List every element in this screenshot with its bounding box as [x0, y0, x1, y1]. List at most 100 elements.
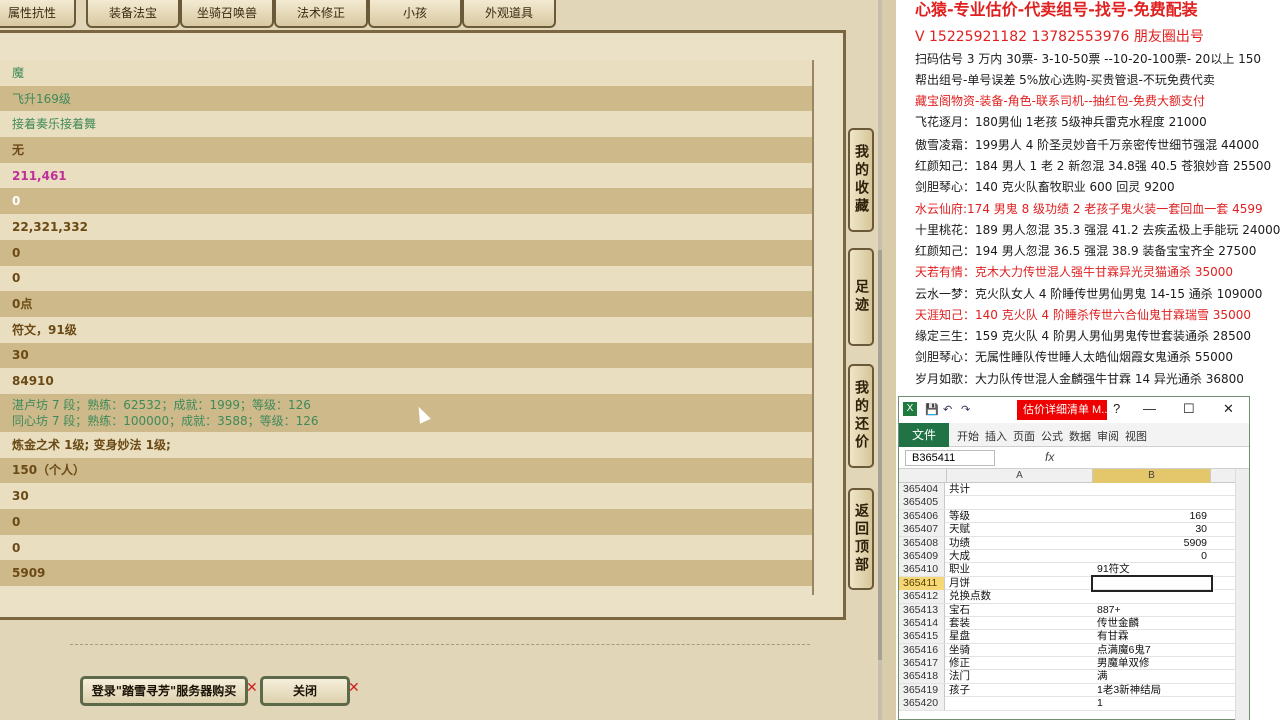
row-number[interactable]: 365405: [899, 496, 945, 510]
footprints-button[interactable]: 足迹: [848, 248, 874, 346]
tab-view[interactable]: 视图: [1125, 428, 1147, 444]
row-number[interactable]: 365407: [899, 523, 945, 537]
row-number[interactable]: 365415: [899, 630, 945, 644]
back-to-top-button[interactable]: 返回顶部: [848, 488, 874, 590]
close-button[interactable]: 关闭: [260, 676, 350, 706]
table-row: 365404 共计: [899, 483, 1249, 497]
cell-b[interactable]: 点满魔6鬼7: [1093, 644, 1211, 657]
save-icon[interactable]: 💾: [925, 403, 939, 416]
tab-appearance[interactable]: 外观道具: [462, 0, 556, 28]
cell-a[interactable]: 法门: [949, 670, 1091, 683]
tab-spell-correction[interactable]: 法术修正: [274, 0, 368, 28]
scrollbar[interactable]: [878, 0, 882, 720]
cell-b[interactable]: 传世金麟: [1093, 617, 1211, 630]
my-favorites-button[interactable]: 我的收藏: [848, 128, 874, 232]
doc-line: 十里桃花：189 男人忽混 35.3 强混 41.2 去疾孟极上手能玩 2400…: [915, 223, 1280, 237]
cell-a[interactable]: 宝石: [949, 604, 1091, 617]
close-mark-icon: ✕: [246, 680, 258, 696]
cell-a[interactable]: 大成: [949, 550, 1091, 563]
tab-child[interactable]: 小孩: [368, 0, 462, 28]
cell-b[interactable]: 91符文: [1093, 563, 1211, 576]
cell-a[interactable]: 功绩: [949, 537, 1091, 550]
cell-a[interactable]: 共计: [949, 483, 1091, 496]
cell-a[interactable]: 职业: [949, 563, 1091, 576]
list-item: 0: [0, 265, 812, 292]
cell-b[interactable]: 887+: [1093, 604, 1211, 617]
cell-b[interactable]: 1: [1093, 697, 1211, 710]
tab-equipment[interactable]: 装备法宝: [86, 0, 180, 28]
redo-icon[interactable]: ↷: [961, 403, 970, 416]
table-row: 365417 修正 男魔单双修: [899, 657, 1249, 671]
my-offer-button[interactable]: 我的还价: [848, 364, 874, 468]
list-item: 0: [0, 509, 812, 535]
help-icon[interactable]: ?: [1113, 401, 1120, 416]
cell-a[interactable]: 孩子: [949, 684, 1091, 697]
row-number[interactable]: 365410: [899, 563, 945, 577]
row-number[interactable]: 365419: [899, 683, 945, 697]
cell-a[interactable]: 等级: [949, 510, 1091, 523]
row-number[interactable]: 365404: [899, 483, 945, 496]
login-purchase-button[interactable]: 登录"踏雪寻芳"服务器购买: [80, 676, 248, 706]
cell-b[interactable]: 5909: [1093, 537, 1211, 550]
minimize-button[interactable]: —: [1143, 401, 1156, 416]
excel-vertical-scrollbar[interactable]: [1235, 469, 1249, 720]
attribute-list: 魔 飞升169级 接着奏乐接着舞 无 211,461 0 22,321,332 …: [0, 60, 814, 595]
row-number[interactable]: 365411: [899, 576, 945, 590]
list-item: 84910: [0, 368, 812, 394]
cell-a[interactable]: 修正: [949, 657, 1091, 670]
tab-formula[interactable]: 公式: [1041, 428, 1063, 444]
cell-b[interactable]: 男魔单双修: [1093, 657, 1211, 670]
doc-line: 帮出组号-单号误差 5%放心选购-买贵管退-不玩免费代卖: [915, 73, 1215, 87]
cell-b[interactable]: 169: [1093, 510, 1211, 523]
tab-attributes[interactable]: 属性抗性: [0, 0, 76, 28]
tab-page[interactable]: 页面: [1013, 428, 1035, 444]
cell-a[interactable]: 兑换点数: [949, 590, 1091, 603]
list-item: 0: [0, 188, 812, 215]
cell-b[interactable]: 0: [1093, 550, 1211, 563]
row-number[interactable]: 365418: [899, 670, 945, 684]
row-number[interactable]: 365413: [899, 603, 945, 617]
tab-review[interactable]: 审阅: [1097, 428, 1119, 444]
cell-a[interactable]: 套装: [949, 617, 1091, 630]
row-number[interactable]: 365406: [899, 509, 945, 523]
list-item: 魔: [0, 60, 812, 86]
fx-icon[interactable]: fx: [1045, 450, 1054, 464]
doc-line: 天涯知己：140 克火队 4 阶睡杀传世六合仙鬼甘霖瑞雪 35000: [915, 308, 1251, 322]
scroll-thumb[interactable]: [878, 250, 882, 660]
tab-home[interactable]: 开始: [957, 428, 979, 444]
doc-line: 天若有情：克木大力传世混人强牛甘霖异光灵猫通杀 35000: [915, 265, 1233, 279]
tab-insert[interactable]: 插入: [985, 428, 1007, 444]
row-number[interactable]: 365412: [899, 590, 945, 604]
cell-b[interactable]: 有甘霖: [1093, 630, 1211, 643]
row-number[interactable]: 365409: [899, 549, 945, 563]
row-number[interactable]: 365417: [899, 657, 945, 671]
doc-line: 剑胆琴心：140 克火队畜牧职业 600 回灵 9200: [915, 180, 1175, 194]
table-row: 365413 宝石 887+: [899, 603, 1249, 617]
doc-line: 红颜知己：184 男人 1 老 2 新忽混 34.8强 40.5 苍狼妙音 25…: [915, 159, 1272, 173]
tab-mounts-pets[interactable]: 坐骑召唤兽: [180, 0, 274, 28]
close-window-button[interactable]: ✕: [1223, 401, 1234, 417]
tab-data[interactable]: 数据: [1069, 428, 1091, 444]
tab-file[interactable]: 文件: [899, 423, 949, 447]
list-item: 30: [0, 342, 812, 369]
column-a-header[interactable]: A: [947, 469, 1093, 483]
list-item: 接着奏乐接着舞: [0, 111, 812, 138]
maximize-button[interactable]: ☐: [1183, 401, 1195, 417]
cell-a[interactable]: 月饼: [949, 577, 1091, 590]
cell-a[interactable]: 坐骑: [949, 644, 1091, 657]
row-number[interactable]: 365414: [899, 616, 945, 630]
row-number[interactable]: 365408: [899, 536, 945, 550]
cell-a[interactable]: 星盘: [949, 630, 1091, 643]
cell-b[interactable]: 满: [1093, 670, 1211, 683]
column-b-header[interactable]: B: [1093, 469, 1211, 483]
undo-icon[interactable]: ↶: [943, 403, 952, 416]
cell-a[interactable]: 天赋: [949, 523, 1091, 536]
name-box[interactable]: B365411: [905, 450, 995, 466]
cell-b[interactable]: 1老3新神结局: [1093, 684, 1211, 697]
row-number[interactable]: 365416: [899, 643, 945, 657]
row-number[interactable]: 365420: [899, 697, 945, 711]
tab-bar: 属性抗性 装备法宝 坐骑召唤兽 法术修正 小孩 外观道具: [0, 0, 882, 30]
cell-b[interactable]: 30: [1093, 523, 1211, 536]
selected-cell[interactable]: [1091, 574, 1213, 592]
table-row: 365410 职业 91符文: [899, 563, 1249, 577]
